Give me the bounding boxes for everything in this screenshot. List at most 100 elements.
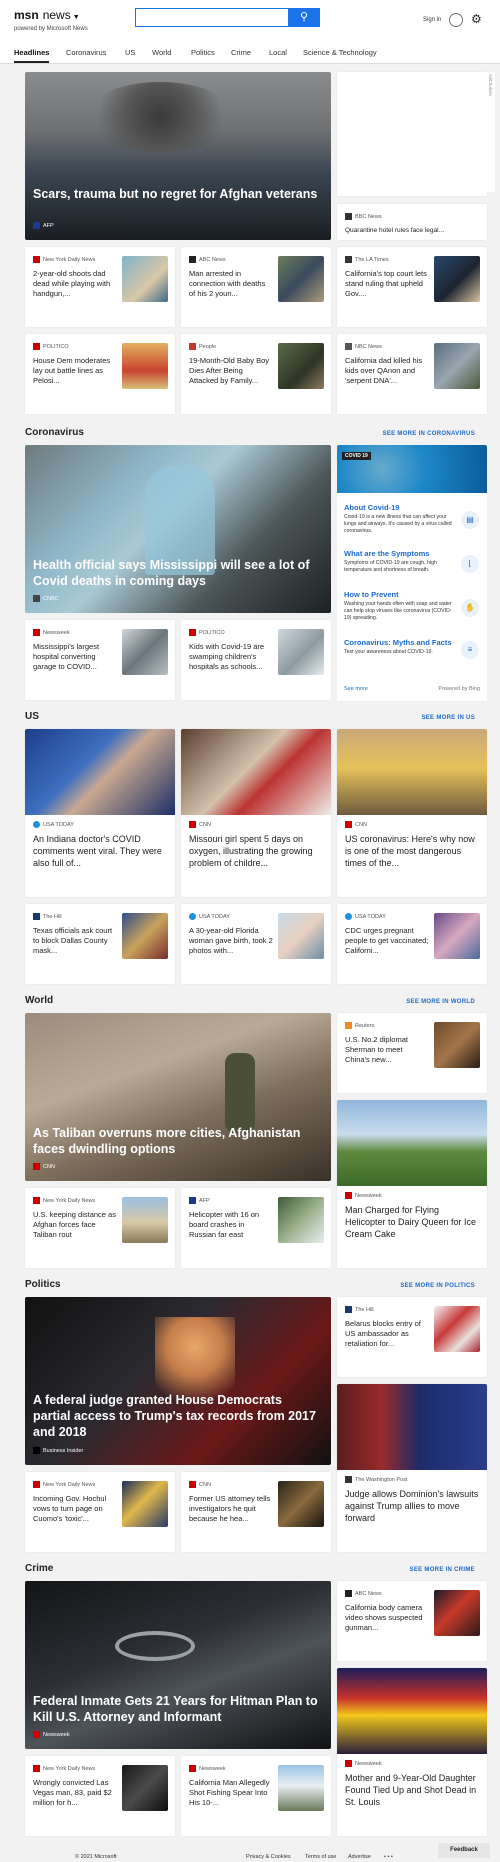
card-source: POLITICO — [33, 343, 69, 350]
see-more-us[interactable]: SEE MORE IN US — [421, 715, 475, 721]
hero-title[interactable]: Federal Inmate Gets 21 Years for Hitman … — [33, 1693, 321, 1725]
privacy-link[interactable]: Privacy & Cookies — [246, 1854, 291, 1860]
news-card[interactable]: USA TODAY A 30-year-old Florida woman ga… — [181, 904, 331, 984]
section-title-us[interactable]: US — [25, 711, 39, 722]
hero-source: Newsweek — [33, 1731, 70, 1738]
news-card[interactable]: ABC News California body camera video sh… — [337, 1581, 487, 1661]
card-image — [337, 1100, 487, 1186]
section-title-crime[interactable]: Crime — [25, 1563, 53, 1574]
tab-headlines[interactable]: Headlines — [14, 48, 50, 63]
tab-politics[interactable]: Politics — [191, 48, 215, 57]
advertise-link[interactable]: Advertise — [348, 1854, 371, 1860]
news-card[interactable]: ABC News Man arrested in connection with… — [181, 247, 331, 327]
covid-item-heading[interactable]: How to Prevent — [344, 590, 399, 599]
news-card[interactable]: POLITICO Kids with Covid-19 are swamping… — [181, 620, 331, 700]
info-icon: ▤ — [461, 511, 479, 529]
news-card[interactable]: Reuters U.S. No.2 diplomat Sherman to me… — [337, 1013, 487, 1093]
card-thumbnail — [278, 256, 324, 302]
card-source: New York Daily News — [33, 1197, 95, 1204]
hero-source: CNBC — [33, 595, 59, 602]
see-more-world[interactable]: SEE MORE IN WORLD — [406, 999, 475, 1005]
card-source: Newsweek — [345, 1192, 382, 1199]
section-title-politics[interactable]: Politics — [25, 1279, 61, 1290]
news-card[interactable]: Newsweek California Man Allegedly Shot F… — [181, 1756, 331, 1836]
news-card-large[interactable]: CNN Missouri girl spent 5 days on oxygen… — [181, 729, 331, 897]
card-title: U.S. keeping distance as Afghan forces f… — [33, 1210, 116, 1239]
sign-in-link[interactable]: Sign in — [423, 17, 441, 23]
card-source: New York Daily News — [33, 256, 95, 263]
crime-hero[interactable]: Federal Inmate Gets 21 Years for Hitman … — [25, 1581, 331, 1749]
news-card-large[interactable]: Newsweek Man Charged for Flying Helicopt… — [337, 1100, 487, 1268]
news-card[interactable]: New York Daily News Wrongly convicted La… — [25, 1756, 175, 1836]
adchoices-label: AdChoices — [488, 74, 493, 96]
news-card[interactable]: NBC News California dad killed his kids … — [337, 334, 487, 414]
card-title: House Dem moderates lay out battle lines… — [33, 356, 111, 385]
card-source: New York Daily News — [33, 1481, 95, 1488]
hero-title[interactable]: A federal judge granted House Democrats … — [33, 1392, 321, 1440]
news-card[interactable]: USA TODAY CDC urges pregnant people to g… — [337, 904, 487, 984]
card-image — [337, 729, 487, 815]
more-icon[interactable]: • • • — [384, 1854, 393, 1860]
section-title-coronavirus[interactable]: Coronavirus — [25, 427, 84, 438]
news-card[interactable]: Newsweek Mississippi's largest hospital … — [25, 620, 175, 700]
card-source: The Hill — [33, 913, 62, 920]
news-card-large[interactable]: The Washington Post Judge allows Dominio… — [337, 1384, 487, 1552]
hero-title[interactable]: As Taliban overruns more cities, Afghani… — [33, 1125, 321, 1157]
covid-item-heading[interactable]: What are the Symptoms — [344, 549, 429, 558]
coronavirus-hero[interactable]: Health official says Mississippi will se… — [25, 445, 331, 613]
card-title: Quarantine hotel rules face legal... — [345, 227, 445, 234]
ad-placeholder — [337, 72, 487, 196]
news-card[interactable]: AFP Helicopter with 16 on board crashes … — [181, 1188, 331, 1268]
logo-text: msn — [14, 8, 39, 22]
hero-source: Business Insider — [33, 1447, 83, 1454]
news-card[interactable]: The LA Times California's top court lets… — [337, 247, 487, 327]
hero-title[interactable]: Scars, trauma but no regret for Afghan v… — [33, 186, 321, 202]
world-hero[interactable]: As Taliban overruns more cities, Afghani… — [25, 1013, 331, 1181]
news-card[interactable]: POLITICO House Dem moderates lay out bat… — [25, 334, 175, 414]
hero-title[interactable]: Health official says Mississippi will se… — [33, 557, 321, 589]
card-thumbnail — [122, 256, 168, 302]
politics-hero[interactable]: A federal judge granted House Democrats … — [25, 1297, 331, 1465]
card-source: NBC News — [345, 343, 382, 350]
news-card-large[interactable]: USA TODAY An Indiana doctor's COVID comm… — [25, 729, 175, 897]
gear-icon[interactable]: ⚙ — [471, 12, 482, 26]
see-more-politics[interactable]: SEE MORE IN POLITICS — [400, 1283, 475, 1289]
chevron-down-icon[interactable]: ▼ — [73, 14, 80, 21]
feedback-button[interactable]: Feedback — [438, 1843, 490, 1858]
avatar-icon[interactable] — [449, 13, 463, 27]
terms-link[interactable]: Terms of use — [305, 1854, 336, 1860]
card-image — [181, 729, 331, 815]
card-title: Mother and 9-Year-Old Daughter Found Tie… — [345, 1773, 477, 1807]
news-card[interactable]: People 19-Month-Old Baby Boy Dies After … — [181, 334, 331, 414]
covid-item-heading[interactable]: About Covid-19 — [344, 503, 399, 512]
news-card[interactable]: The Hill Belarus blocks entry of US amba… — [337, 1297, 487, 1377]
side-top-card[interactable]: BBC News Quarantine hotel rules face leg… — [337, 204, 487, 240]
covid-item-heading[interactable]: Coronavirus: Myths and Facts — [344, 638, 452, 647]
news-card[interactable]: New York Daily News 2-year-old shoots da… — [25, 247, 175, 327]
thermometer-icon: ⌊ — [461, 555, 479, 573]
news-card[interactable]: The Hill Texas officials ask court to bl… — [25, 904, 175, 984]
search-button[interactable]: ⚲ — [288, 8, 320, 27]
section-title-world[interactable]: World — [25, 995, 53, 1006]
see-more-crime[interactable]: SEE MORE IN CRIME — [410, 1567, 475, 1573]
card-thumbnail — [122, 343, 168, 389]
tab-crime[interactable]: Crime — [231, 48, 251, 57]
see-more-link[interactable]: See more — [344, 686, 368, 692]
tab-world[interactable]: World — [152, 48, 171, 57]
news-card-large[interactable]: CNN US coronavirus: Here's why now is on… — [337, 729, 487, 897]
card-source: CNN — [345, 821, 367, 828]
tab-science-technology[interactable]: Science & Technology — [303, 48, 377, 57]
msn-logo[interactable]: msn news ▼ — [14, 8, 80, 22]
smoke-image — [85, 82, 235, 152]
see-more-coronavirus[interactable]: SEE MORE IN CORONAVIRUS — [383, 431, 475, 437]
adchoices-badge[interactable]: AdChoices — [487, 72, 495, 192]
news-card[interactable]: CNN Former US attorney tells investigato… — [181, 1472, 331, 1552]
news-card[interactable]: New York Daily News U.S. keeping distanc… — [25, 1188, 175, 1268]
news-card[interactable]: New York Daily News Incoming Gov. Hochul… — [25, 1472, 175, 1552]
headline-hero[interactable]: Scars, trauma but no regret for Afghan v… — [25, 72, 331, 240]
news-card-large[interactable]: Newsweek Mother and 9-Year-Old Daughter … — [337, 1668, 487, 1836]
tab-coronavirus[interactable]: Coronavirus — [66, 48, 106, 57]
tab-us[interactable]: US — [125, 48, 135, 57]
card-title: California body camera video shows suspe… — [345, 1603, 423, 1632]
tab-local[interactable]: Local — [269, 48, 287, 57]
